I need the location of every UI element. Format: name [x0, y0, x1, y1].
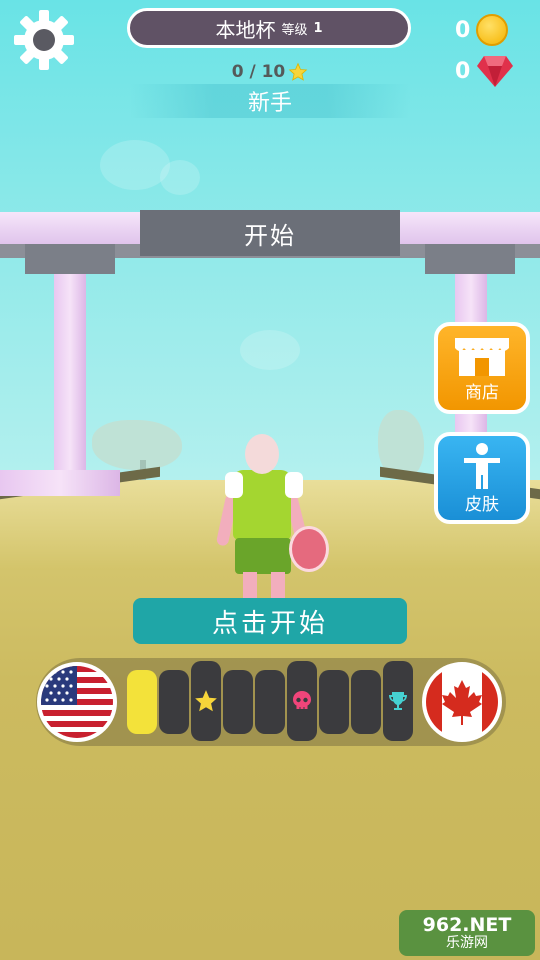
- gem-counter: 0: [455, 54, 514, 88]
- gem-icon: [477, 56, 514, 87]
- fence-left: [0, 470, 120, 496]
- player-shorts: [235, 538, 291, 574]
- stars-progress: 0 / 10: [200, 60, 340, 84]
- coin-icon: [476, 14, 509, 46]
- coin-counter: 0: [455, 14, 509, 46]
- progress-segment: [255, 670, 285, 734]
- gate-pillar-left: [54, 258, 86, 490]
- usa-flag-icon: [41, 666, 113, 738]
- shop-icon: [455, 337, 509, 376]
- progress-segment: [223, 670, 253, 734]
- level-value: 1: [313, 20, 323, 36]
- progress-segment-milestone: [191, 661, 221, 741]
- star-icon: [288, 62, 308, 81]
- person-icon: [464, 442, 500, 489]
- progress-segment: [159, 670, 189, 734]
- star-icon: [195, 690, 217, 712]
- player-sleeve: [285, 472, 303, 498]
- shop-label: 商店: [465, 382, 499, 403]
- watermark-site: 962.NET: [422, 913, 512, 936]
- milestone: [191, 688, 221, 714]
- coin-count: 0: [455, 17, 471, 43]
- cloud: [240, 330, 300, 370]
- gate-cap-left: [25, 244, 115, 274]
- trophy-icon: [389, 692, 407, 710]
- gate-start-sign: 开始: [140, 210, 400, 256]
- player-head: [245, 434, 279, 474]
- tree: [92, 420, 182, 470]
- progress-segment: [351, 670, 381, 734]
- canada-flag: [422, 662, 502, 742]
- skins-label: 皮肤: [465, 494, 499, 515]
- progress-segment: [319, 670, 349, 734]
- gate-cap-right: [425, 244, 515, 274]
- milestone: [287, 689, 317, 713]
- gear-icon: [14, 10, 74, 70]
- cup-name: 本地杯: [215, 17, 276, 42]
- milestone: [383, 689, 413, 713]
- skull-icon: [293, 691, 311, 709]
- progress-segment-milestone: [287, 661, 317, 741]
- stars-progress-text: 0 / 10: [231, 62, 286, 82]
- cup-title-pill: 本地杯 等级 1: [127, 8, 411, 48]
- cloud: [160, 160, 200, 195]
- progress-segment-milestone: [383, 661, 413, 741]
- tap-to-start-button[interactable]: 点击开始: [133, 598, 407, 644]
- player-sleeve: [225, 472, 243, 498]
- rank-title: 新手: [130, 84, 410, 118]
- shop-button[interactable]: 商店: [434, 322, 530, 414]
- canada-flag-icon: [426, 666, 498, 738]
- ball: [289, 526, 329, 572]
- usa-flag: [37, 662, 117, 742]
- cloud: [100, 140, 170, 190]
- player-character: [215, 430, 335, 602]
- settings-button[interactable]: [12, 8, 76, 72]
- progress-segment-completed: [127, 670, 157, 734]
- watermark-name: 乐游网: [446, 934, 488, 951]
- gem-count: 0: [455, 58, 471, 84]
- watermark-logo: 962.NET 乐游网: [399, 910, 535, 956]
- skins-button[interactable]: 皮肤: [434, 432, 530, 524]
- level-label: 等级: [281, 22, 308, 38]
